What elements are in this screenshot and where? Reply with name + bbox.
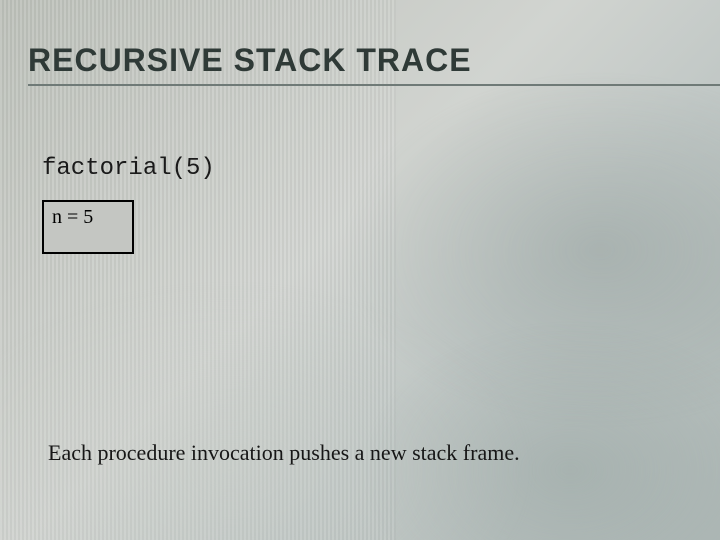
call-expression: factorial(5) [42, 155, 215, 182]
slide: RECURSIVE STACK TRACE factorial(5) n = 5… [0, 0, 720, 540]
stack-frame-content: n = 5 [52, 206, 93, 228]
background-blob [0, 280, 540, 540]
background-blob [340, 70, 720, 430]
background-blob [360, 320, 720, 540]
title-underline [28, 84, 720, 86]
caption-text: Each procedure invocation pushes a new s… [48, 440, 520, 466]
stack-frame: n = 5 [42, 200, 134, 254]
slide-title: RECURSIVE STACK TRACE [28, 42, 472, 79]
